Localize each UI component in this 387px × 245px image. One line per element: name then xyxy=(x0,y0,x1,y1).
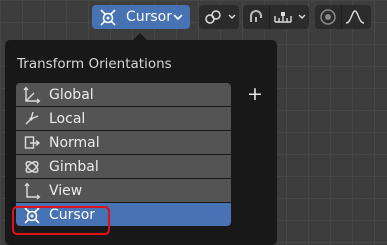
orientation-item-global[interactable]: Global xyxy=(16,83,231,106)
snap-magnet-icon[interactable] xyxy=(243,5,269,29)
orientation-item-view[interactable]: View xyxy=(16,179,231,202)
falloff-curve-icon[interactable] xyxy=(342,5,368,29)
proportional-editing-group xyxy=(315,5,371,29)
pivot-link-icon xyxy=(199,5,227,29)
chevron-down-icon[interactable] xyxy=(296,5,308,29)
transform-orientation-dropdown[interactable]: Cursor xyxy=(92,5,190,29)
chevron-down-icon xyxy=(227,5,237,29)
orientation-label: Local xyxy=(49,110,86,127)
orientation-item-normal[interactable]: Normal xyxy=(16,131,231,154)
normal-icon xyxy=(20,131,44,154)
popup-title: Transform Orientations xyxy=(17,56,172,72)
global-axes-icon xyxy=(20,83,44,106)
orientation-label: Gimbal xyxy=(49,158,99,175)
orientation-label: Cursor xyxy=(49,206,96,223)
gimbal-icon xyxy=(20,155,44,178)
view-axes-icon xyxy=(20,179,44,202)
transform-orientations-popup: Transform Orientations + Global Local No… xyxy=(5,40,277,245)
orientation-label: View xyxy=(49,182,83,199)
orientation-label: Normal xyxy=(49,134,100,151)
orientation-label: Cursor xyxy=(125,9,173,25)
cursor-orientation-icon xyxy=(20,203,44,226)
chevron-down-icon xyxy=(172,13,184,21)
add-orientation-button[interactable]: + xyxy=(246,84,264,104)
local-axes-icon xyxy=(20,107,44,130)
proportional-edit-icon[interactable] xyxy=(315,5,341,29)
orientation-label: Global xyxy=(49,86,94,103)
orientation-item-cursor[interactable]: Cursor xyxy=(16,203,231,226)
cursor-orientation-icon xyxy=(96,5,120,29)
snapping-group xyxy=(243,5,309,29)
viewport-header: Cursor xyxy=(0,0,387,34)
snap-increment-icon[interactable] xyxy=(270,5,296,29)
orientation-list: Global Local Normal Gimbal View Cursor xyxy=(16,83,231,227)
pivot-point-dropdown[interactable] xyxy=(199,5,239,29)
orientation-item-gimbal[interactable]: Gimbal xyxy=(16,155,231,178)
orientation-item-local[interactable]: Local xyxy=(16,107,231,130)
